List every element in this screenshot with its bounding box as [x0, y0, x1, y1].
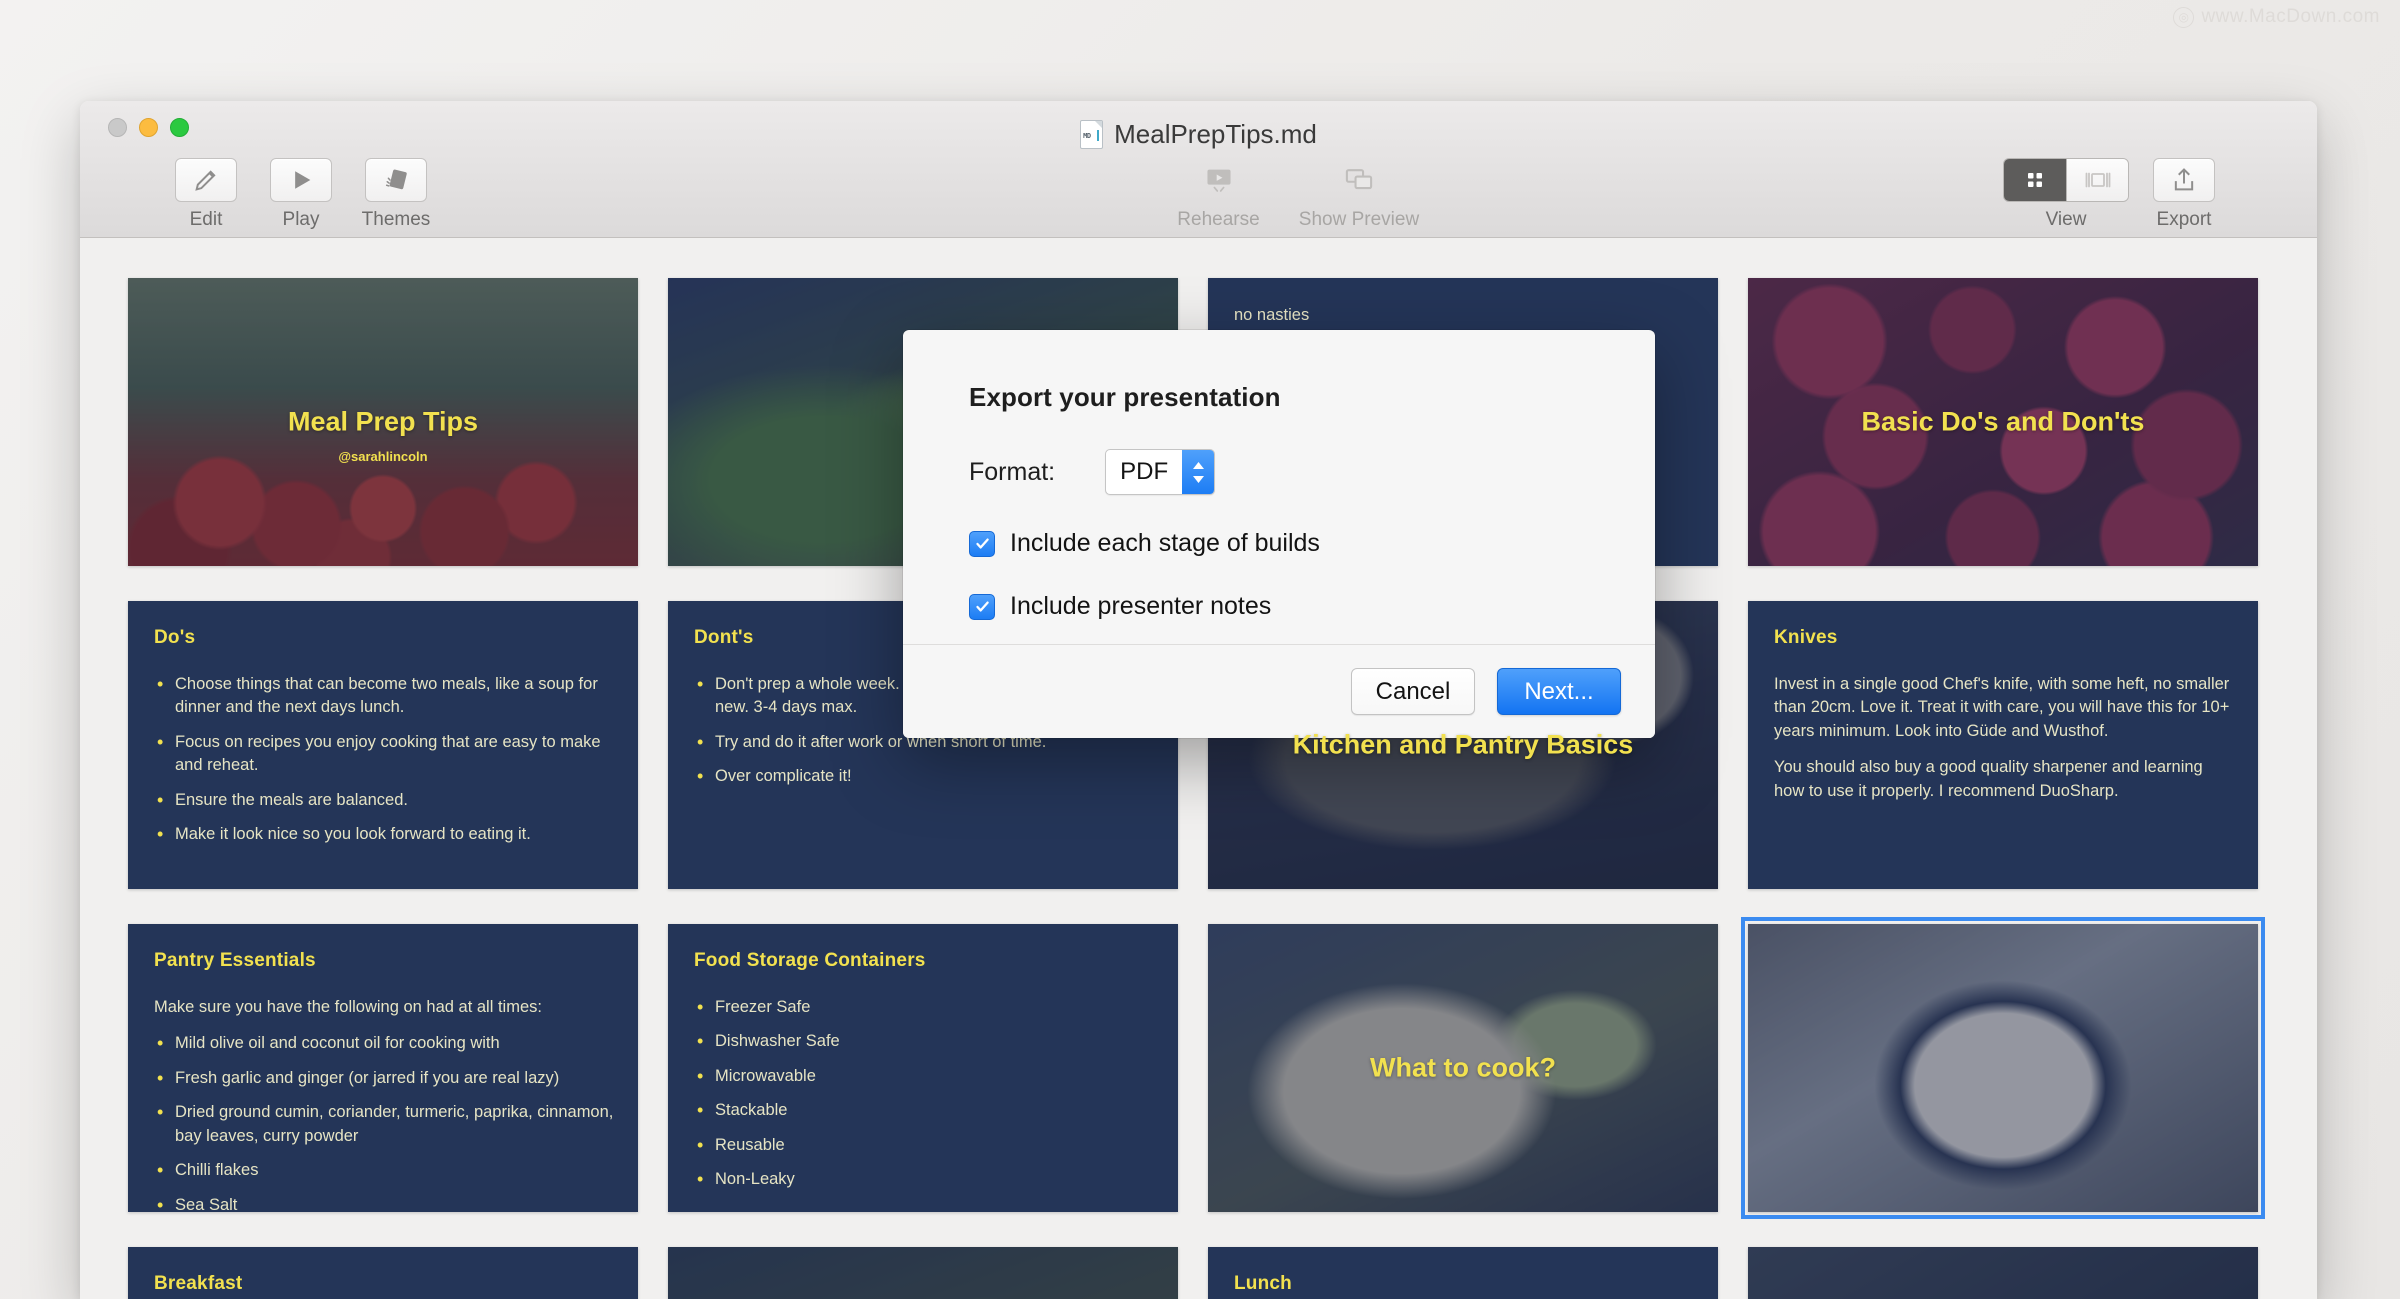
app-window: MD MealPrepTips.md Edit Play Themes Rehe… — [80, 101, 2317, 1299]
next-button[interactable]: Next... — [1497, 668, 1621, 715]
include-notes-label: Include presenter notes — [1010, 592, 1272, 620]
slide-photo-title: Basic Do's and Don'ts — [1861, 406, 2145, 437]
site-watermark: ◎ www.MacDown.com — [2173, 6, 2380, 28]
format-select[interactable]: PDF — [1105, 449, 1216, 495]
macdown-logo-icon: ◎ — [2173, 6, 2195, 28]
stepper-arrows-icon[interactable] — [1182, 450, 1215, 494]
include-builds-checkbox[interactable] — [969, 530, 995, 557]
include-builds-row[interactable]: Include each stage of builds — [969, 529, 1589, 558]
include-notes-checkbox[interactable] — [969, 593, 995, 620]
export-dialog-footer: Cancel Next... — [903, 644, 1655, 738]
checkmark-icon — [975, 538, 989, 549]
format-label: Format: — [969, 457, 1056, 486]
format-row: Format: PDF — [969, 449, 1589, 495]
include-builds-label: Include each stage of builds — [1010, 529, 1320, 557]
export-dialog: Export your presentation Format: PDF Inc… — [903, 330, 1655, 738]
slide-photo-title: Meal Prep Tips — [287, 406, 479, 437]
include-notes-row[interactable]: Include presenter notes — [969, 592, 1589, 621]
export-dialog-body: Export your presentation Format: PDF Inc… — [903, 330, 1655, 644]
slide-photo-subtitle: @sarahlincoln — [338, 449, 428, 464]
watermark-text: www.MacDown.com — [2201, 6, 2380, 27]
slide-photo-title: What to cook? — [1370, 1052, 1556, 1083]
format-select-value: PDF — [1120, 458, 1169, 485]
slide-photo-title: Kitchen and Pantry Basics — [1292, 729, 1634, 760]
checkmark-icon — [975, 601, 989, 612]
cancel-button[interactable]: Cancel — [1351, 668, 1475, 715]
export-dialog-heading: Export your presentation — [969, 382, 1281, 412]
modal-backdrop: Export your presentation Format: PDF Inc… — [80, 101, 2317, 1299]
desktop-background: ◎ www.MacDown.com MD MealPrepTips.md Edi… — [0, 0, 2400, 1299]
